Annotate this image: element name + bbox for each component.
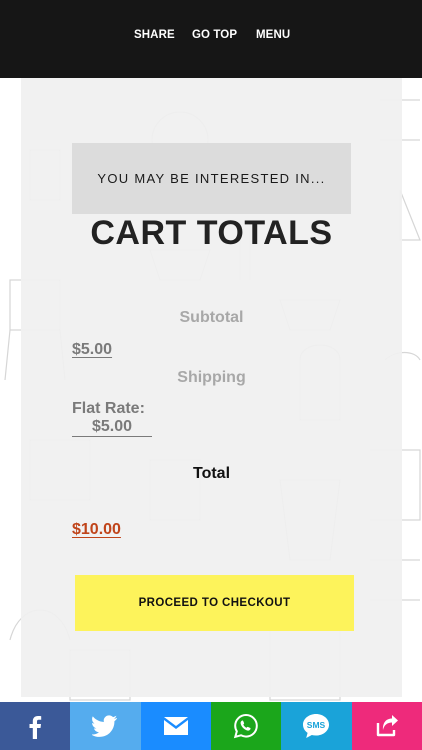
shipping-method: Flat Rate: $5.00 <box>72 400 152 437</box>
interested-banner[interactable]: YOU MAY BE INTERESTED IN... <box>72 143 351 214</box>
total-value: $10.00 <box>72 521 121 538</box>
flat-rate-price: $5.00 <box>91 418 133 435</box>
email-share-button[interactable] <box>140 702 211 750</box>
sms-share-button[interactable]: SMS <box>281 702 352 750</box>
total-label: Total <box>192 465 231 482</box>
subtotal-value: $5.00 <box>72 341 113 358</box>
flat-rate-label: Flat Rate: <box>72 400 145 417</box>
svg-text:SMS: SMS <box>307 720 326 730</box>
sms-icon: SMS <box>303 714 330 738</box>
twitter-share-button[interactable] <box>70 702 141 750</box>
share-icon <box>376 715 398 737</box>
share-nav-link[interactable]: SHARE <box>134 29 175 41</box>
shipping-label: Shipping <box>177 369 246 386</box>
facebook-share-button[interactable] <box>0 702 71 750</box>
more-share-button[interactable] <box>351 702 422 750</box>
share-bar: SMS <box>0 702 422 750</box>
go-top-nav-link[interactable]: GO TOP <box>192 29 237 41</box>
whatsapp-icon <box>234 713 258 739</box>
proceed-to-checkout-button[interactable]: PROCEED TO CHECKOUT <box>75 575 354 631</box>
page-title: CART TOTALS <box>90 214 333 252</box>
top-navigation-bar: SHARE GO TOP MENU <box>0 0 422 78</box>
menu-nav-link[interactable]: MENU <box>256 29 290 41</box>
interested-label: YOU MAY BE INTERESTED IN... <box>97 171 326 186</box>
twitter-icon <box>92 715 118 737</box>
email-icon <box>163 717 188 735</box>
whatsapp-share-button[interactable] <box>210 702 282 750</box>
subtotal-label: Subtotal <box>179 309 244 326</box>
facebook-icon <box>29 716 42 739</box>
